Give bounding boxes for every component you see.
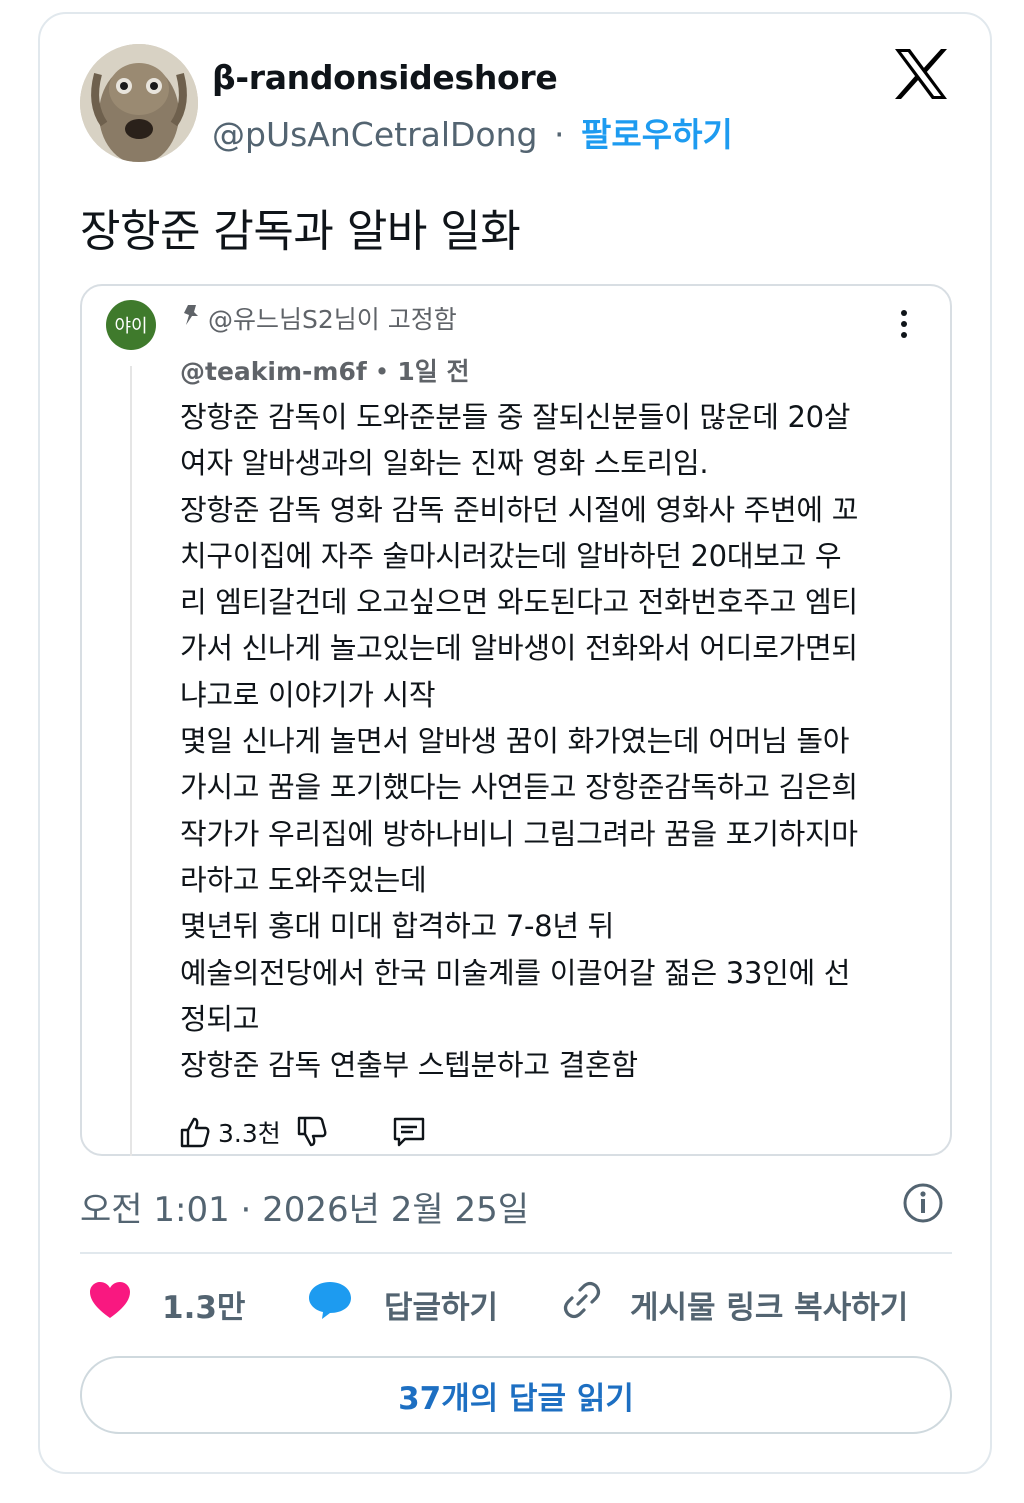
thumbs-up-icon[interactable] bbox=[178, 1115, 212, 1149]
follow-button[interactable]: 팔로우하기 bbox=[581, 115, 733, 154]
meta-separator: • bbox=[374, 357, 390, 386]
author-avatar[interactable] bbox=[80, 44, 198, 162]
tweet-text: 장항준 감독과 알바 일화 bbox=[80, 206, 521, 257]
reply-label: 답글하기 bbox=[384, 1289, 499, 1326]
copy-link-label: 게시물 링크 복사하기 bbox=[630, 1289, 909, 1326]
comment-line: 라하고 도와주었는데 bbox=[180, 862, 427, 897]
comment-line: 장항준 감독이 도와준분들 중 잘되신분들이 많운데 20살 bbox=[180, 400, 851, 434]
more-options-icon[interactable] bbox=[892, 304, 916, 344]
commenter-avatar: 야이 bbox=[106, 300, 156, 350]
comment-line: 몇일 신나게 놀면서 알바생 꿈이 화가였는데 어머님 돌아 bbox=[180, 724, 850, 759]
author-handle[interactable]: @pUsAnCetralDong bbox=[212, 115, 538, 154]
like-count: 1.3만 bbox=[162, 1289, 246, 1326]
comment-line: 여자 알바생과의 일화는 진짜 영화 스토리임. bbox=[180, 446, 709, 481]
comment-line: 정되고 bbox=[180, 1001, 260, 1036]
comment-line: 리 엠티갈건데 오고싶으면 와도된다고 전화번호주고 엠티 bbox=[180, 585, 858, 620]
pinned-by-text: @유느님S2님이 고정함 bbox=[208, 305, 457, 334]
info-icon[interactable] bbox=[902, 1182, 944, 1224]
x-logo-icon[interactable] bbox=[893, 48, 949, 100]
comment-actions: 3.3천 bbox=[178, 1112, 427, 1152]
pinned-row: @유느님S2님이 고정함 bbox=[180, 300, 457, 336]
commenter-avatar-text: 야이 bbox=[114, 316, 148, 337]
comment-line: 치구이집에 자주 술마시러갔는데 알바하던 20대보고 우 bbox=[180, 538, 842, 573]
commenter-handle: @teakim-m6f bbox=[180, 357, 367, 386]
comment-line: 가서 신나게 놀고있는데 알바생이 전화와서 어디로가면되 bbox=[180, 631, 858, 666]
author-handle-row: @pUsAnCetralDong · 팔로우하기 bbox=[212, 108, 733, 156]
comment-like-count: 3.3천 bbox=[218, 1119, 281, 1148]
heart-icon bbox=[88, 1280, 132, 1328]
tweet-timestamp[interactable]: 오전 1:01 · 2026년 2월 25일 bbox=[80, 1182, 529, 1231]
copy-link-action[interactable]: 게시물 링크 복사하기 bbox=[560, 1280, 908, 1328]
comment-line: 장항준 감독 영화 감독 준비하던 시절에 영화사 주변에 꼬 bbox=[180, 492, 859, 527]
comment-line: 장항준 감독 연출부 스텝분하고 결혼함 bbox=[180, 1048, 638, 1083]
comment-line: 냐고로 이야기가 시작 bbox=[180, 677, 436, 712]
comment-line: 예술의전당에서 한국 미술계를 이끌어갈 젊은 33인에 선 bbox=[180, 955, 851, 990]
thread-line bbox=[130, 366, 132, 1156]
link-icon bbox=[560, 1278, 604, 1330]
embedded-comment-card[interactable]: 야이 @유느님S2님이 고정함 @teakim-m6f • 1일 전 장항준 감… bbox=[80, 284, 952, 1156]
comment-time: 1일 전 bbox=[397, 357, 470, 386]
reply-bubble-icon bbox=[306, 1279, 354, 1329]
comment-line: 몇년뒤 홍대 미대 합격하고 7-8년 뒤 bbox=[180, 909, 614, 944]
comment-body: 장항준 감독이 도와준분들 중 잘되신분들이 많운데 20살 여자 알바생과의 … bbox=[180, 394, 920, 1088]
comment-line: 작가가 우리집에 방하나비니 그림그려라 꿈을 포기하지마 bbox=[180, 816, 858, 851]
author-display-name[interactable]: β-randonsideshore bbox=[212, 58, 558, 97]
commenter-meta: @teakim-m6f • 1일 전 bbox=[180, 352, 469, 388]
comment-line: 가시고 꿈을 포기했다는 사연듣고 장항준감독하고 김은희 bbox=[180, 770, 858, 805]
reply-action[interactable]: 답글하기 bbox=[306, 1280, 498, 1328]
comment-reply-icon[interactable] bbox=[391, 1115, 427, 1149]
read-replies-button[interactable]: 37개의 답글 읽기 bbox=[80, 1356, 952, 1434]
pin-icon bbox=[180, 303, 202, 333]
separator-dot: · bbox=[554, 115, 565, 154]
thumbs-down-icon[interactable] bbox=[295, 1115, 329, 1149]
divider bbox=[80, 1252, 952, 1254]
like-action[interactable]: 1.3만 bbox=[88, 1280, 245, 1328]
read-replies-label: 37개의 답글 읽기 bbox=[398, 1380, 634, 1417]
